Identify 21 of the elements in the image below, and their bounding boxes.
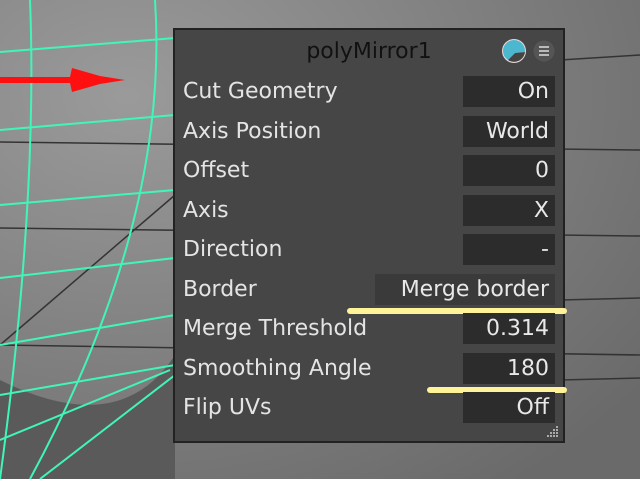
sphere-icon[interactable]	[501, 38, 527, 64]
value-field[interactable]: On	[463, 76, 555, 108]
attribute-label: Axis	[183, 198, 229, 223]
value-field[interactable]: 0.314	[463, 313, 555, 344]
attribute-label: Flip UVs	[183, 395, 272, 420]
menu-icon[interactable]	[533, 40, 555, 62]
attribute-label: Axis Position	[183, 118, 322, 144]
attribute-label: Border	[183, 276, 257, 302]
value-field[interactable]: World	[463, 116, 555, 147]
value-field[interactable]: Merge border	[375, 274, 555, 305]
attribute-label: Merge Threshold	[183, 316, 368, 342]
attribute-label: Cut Geometry	[183, 79, 338, 104]
attribute-label: Direction	[183, 237, 282, 262]
attribute-label: Smoothing Angle	[183, 356, 372, 381]
resize-grip-icon[interactable]	[547, 425, 559, 437]
value-field[interactable]: -	[463, 234, 555, 266]
value-field[interactable]: 180	[463, 352, 555, 384]
attribute-label: Offset	[183, 158, 250, 184]
value-field[interactable]: Off	[463, 392, 555, 424]
value-field[interactable]: 0	[463, 155, 555, 186]
value-field[interactable]: X	[463, 194, 555, 226]
